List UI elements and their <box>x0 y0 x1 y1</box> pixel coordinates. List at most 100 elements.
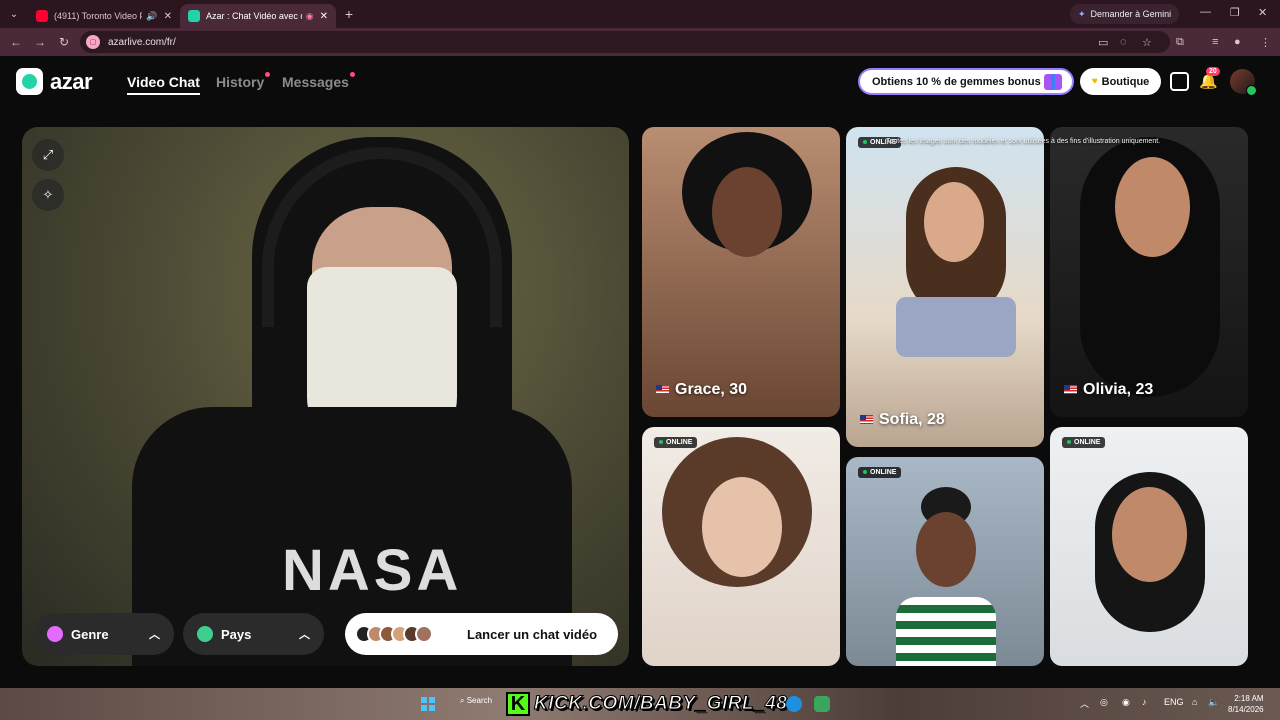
new-tab-button[interactable]: + <box>336 6 362 22</box>
tab-title: (4911) Toronto Video Prod <box>54 11 142 21</box>
nav-messages[interactable]: Messages <box>282 72 355 90</box>
language-indicator[interactable]: ENG <box>1164 697 1184 707</box>
discord-icon[interactable]: ◉ <box>1122 697 1130 708</box>
profile-name: Grace, 30 <box>656 381 747 399</box>
volume-icon[interactable]: 🔈 <box>1208 697 1219 708</box>
tab-youtube[interactable]: (4911) Toronto Video Prod 🔊 ✕ <box>28 4 180 28</box>
profile-card-4[interactable]: ONLINE <box>642 427 840 666</box>
tab-title: Azar : Chat Vidéo avec de n <box>206 11 302 21</box>
tab-search-chevron-icon[interactable]: ⌄ <box>0 0 28 28</box>
reload-icon[interactable]: ↻ <box>52 35 76 49</box>
avatar-stack <box>355 625 451 643</box>
profile-card-olivia[interactable]: Olivia, 23 <box>1050 127 1248 417</box>
avatar-thumb <box>415 625 433 643</box>
close-tab-icon[interactable]: ✕ <box>164 11 172 22</box>
shop-button[interactable]: ♥ Boutique <box>1080 68 1161 95</box>
clock-time: 2:18 AM <box>1234 694 1264 703</box>
globe-icon <box>197 626 213 642</box>
notification-count-badge: 20 <box>1206 67 1220 76</box>
face <box>712 167 782 257</box>
face <box>916 512 976 587</box>
nav-label: Video Chat <box>127 74 200 90</box>
top <box>896 297 1016 357</box>
filter-label: Pays <box>221 626 252 642</box>
face <box>1112 487 1187 582</box>
tab-azar[interactable]: Azar : Chat Vidéo avec de n ◉ ✕ <box>180 4 336 28</box>
profile-card-sofia[interactable]: ONLINE Sofia, 28 <box>846 127 1044 447</box>
nav-label: Messages <box>282 74 349 90</box>
gender-icon <box>47 626 63 642</box>
audio-playing-icon[interactable]: 🔊 <box>146 11 157 22</box>
gender-filter-button[interactable]: Genre ︿ <box>33 613 174 655</box>
close-window-icon[interactable]: ✕ <box>1258 6 1267 19</box>
chevron-up-icon: ︿ <box>149 629 160 641</box>
close-tab-icon[interactable]: ✕ <box>320 11 328 22</box>
inbox-icon[interactable] <box>1170 72 1189 91</box>
microphone-icon[interactable]: ♪ <box>1142 697 1147 707</box>
magic-wand-icon[interactable]: ✧ <box>32 179 64 211</box>
us-flag-icon <box>860 415 873 425</box>
profile-card-5[interactable]: ONLINE <box>846 457 1044 666</box>
expand-icon[interactable]: ⤢ <box>32 139 64 171</box>
unread-dot <box>349 72 355 77</box>
ask-gemini-button[interactable]: ✦ Demander à Gemini <box>1070 4 1180 24</box>
name-text: Grace, 30 <box>675 381 748 398</box>
network-icon[interactable]: ⌂ <box>1192 697 1197 707</box>
profile-card-6[interactable]: ONLINE <box>1050 427 1248 666</box>
minimize-icon[interactable]: — <box>1200 6 1211 18</box>
taskbar-search[interactable]: ⌕ Search <box>460 696 492 706</box>
recording-icon: ◉ <box>305 10 314 21</box>
online-badge: ONLINE <box>654 437 698 448</box>
reading-list-icon[interactable]: ≡ <box>1212 36 1218 48</box>
browser-tab-strip: ⌄ (4911) Toronto Video Prod 🔊 ✕ Azar : C… <box>0 0 1280 28</box>
us-flag-icon <box>656 385 669 395</box>
windows-taskbar: ⌕ Search K KICK.COM/BABY_GIRL_48 ︿ ◎ ◉ ♪… <box>0 688 1280 720</box>
gem-bonus-promo-button[interactable]: Obtiens 10 % de gemmes bonus ! <box>858 68 1074 95</box>
face <box>1115 157 1190 257</box>
profile-card-grace[interactable]: Grace, 30 <box>642 127 840 417</box>
gemini-sparkle-icon: ✦ <box>1078 8 1086 19</box>
illustration-disclaimer: Toutes les images sont des modèles et so… <box>886 138 1161 145</box>
kick-url-text: KICK.COM/BABY_GIRL_48 <box>533 693 788 715</box>
browser-menu-icon[interactable]: ⋮ <box>1260 36 1271 49</box>
profile-icon[interactable]: ● <box>1234 36 1241 48</box>
bookmark-star-icon[interactable]: ☆ <box>1142 36 1152 49</box>
name-text: Sofia, 28 <box>879 411 945 428</box>
eye-off-icon[interactable]: ◌ <box>1120 36 1127 48</box>
windows-start-icon[interactable] <box>421 697 435 711</box>
extensions-icon[interactable]: ⧉ <box>1176 36 1184 49</box>
site-info-icon[interactable]: ▢ <box>86 35 100 49</box>
chevron-up-icon[interactable]: ︿ <box>1080 697 1089 710</box>
azar-logo[interactable]: azar <box>16 68 93 95</box>
filter-label: Genre <box>71 626 109 642</box>
kick-logo: K <box>506 692 530 716</box>
taskbar-app-icon[interactable] <box>814 696 830 712</box>
online-badge: ONLINE <box>1062 437 1106 448</box>
back-icon[interactable]: ← <box>4 35 28 49</box>
tray-app-icon[interactable]: ◎ <box>1100 697 1108 708</box>
maximize-icon[interactable]: ❐ <box>1230 6 1240 19</box>
nav-label: History <box>216 74 265 90</box>
start-video-chat-button[interactable]: Lancer un chat vidéo <box>345 613 618 655</box>
kick-overlay: K KICK.COM/BABY_GIRL_48 <box>506 691 787 717</box>
user-avatar[interactable] <box>1230 69 1257 96</box>
logo-text: azar <box>50 68 93 94</box>
url-field[interactable]: ▢ azarlive.com/fr/ <box>80 31 1170 53</box>
face <box>702 477 782 577</box>
unread-dot <box>265 72 271 77</box>
edge-icon[interactable] <box>786 696 802 712</box>
shop-label: Boutique <box>1101 75 1150 88</box>
gemini-label: Demander à Gemini <box>1090 9 1172 19</box>
gem-heart-icon: ♥ <box>1091 76 1098 87</box>
nav-history[interactable]: History <box>216 72 271 90</box>
online-badge: ONLINE <box>858 467 902 478</box>
system-clock[interactable]: 2:18 AM 8/14/2026 <box>1228 693 1264 715</box>
azar-app: azar Video Chat History Messages Obtiens… <box>0 56 1280 688</box>
cast-icon[interactable]: ▭ <box>1098 36 1108 49</box>
address-bar-row: ← → ↻ ▢ azarlive.com/fr/ ▭ ◌ ☆ ⧉ ≡ ● ⋮ <box>0 28 1280 56</box>
face <box>924 182 984 262</box>
forward-icon[interactable]: → <box>28 35 52 49</box>
country-filter-button[interactable]: Pays ︿ <box>183 613 324 655</box>
nav-video-chat[interactable]: Video Chat <box>127 74 200 95</box>
azar-favicon-icon <box>188 10 200 22</box>
